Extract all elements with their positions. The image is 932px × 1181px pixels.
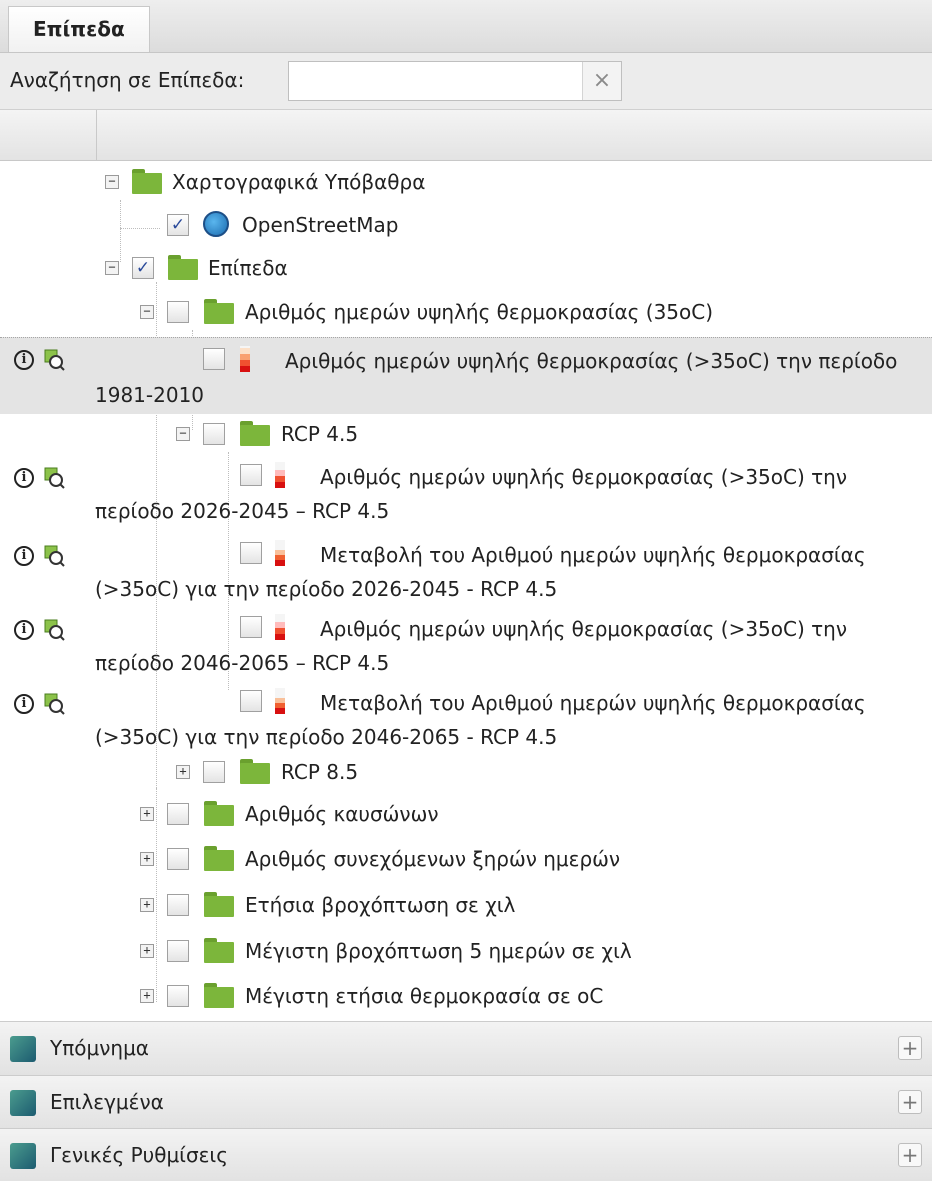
tree-node-change-2026-2045[interactable]: i Μεταβολή του Αριθμού ημερών υψηλής θερ… [0,534,932,606]
node-label: Αριθμός ημερών υψηλής θερμοκρασίας (>35o… [95,617,848,675]
tree-node-dry-days: + Αριθμός συνεχόμενων ξηρών ημερών [0,843,932,877]
node-label: Μεταβολή του Αριθμού ημερών υψηλής θερμο… [95,543,866,601]
tree-node-group-35: − Αριθμός ημερών υψηλής θερμοκρασίας (35… [0,296,932,330]
zoom-to-layer-icon[interactable] [42,692,66,716]
map-icon [10,1143,36,1169]
tree-node-change-2046-2065[interactable]: i Μεταβολή του Αριθμού ημερών υψηλής θερ… [0,682,932,754]
panel-settings[interactable]: Γενικές Ρυθμίσεις + [0,1128,932,1181]
layer-checkbox[interactable] [167,985,189,1007]
search-input[interactable] [289,62,595,100]
node-label[interactable]: Μέγιστη βροχόπτωση 5 ημερών σε χιλ [245,939,632,963]
expand-icon[interactable]: + [140,898,154,912]
tree-node-max-5day-rainfall: + Μέγιστη βροχόπτωση 5 ημερών σε χιλ [0,935,932,969]
info-icon[interactable]: i [14,350,34,370]
map-icon [10,1036,36,1062]
tree-node-heatwaves: + Αριθμός καυσώνων [0,798,932,832]
info-icon[interactable]: i [14,620,34,640]
layer-tree: − Χαρτογραφικά Υπόβαθρα ✓ OpenStreetMap … [0,160,932,1016]
layer-checkbox[interactable] [167,301,189,323]
tab-layers[interactable]: Επίπεδα [8,6,150,52]
expand-icon[interactable]: + [140,989,154,1003]
folder-icon [204,892,234,917]
layer-checkbox[interactable]: ✓ [167,214,189,236]
node-label: Μεταβολή του Αριθμού ημερών υψηλής θερμο… [95,691,866,749]
folder-icon [204,938,234,963]
node-label[interactable]: Χαρτογραφικά Υπόβαθρα [172,170,425,194]
collapse-icon[interactable]: − [176,427,190,441]
tree-node-layer-2026-2045[interactable]: i Αριθμός ημερών υψηλής θερμοκρασίας (>3… [0,456,932,528]
zoom-to-layer-icon[interactable] [42,466,66,490]
layer-checkbox[interactable] [167,803,189,825]
zoom-to-layer-icon[interactable] [42,348,66,372]
expand-panel-icon[interactable]: + [898,1036,922,1060]
expand-icon[interactable]: + [140,852,154,866]
node-label[interactable]: Ετήσια βροχόπτωση σε χιλ [245,893,515,917]
tree-node-rcp45: − RCP 4.5 [0,418,932,452]
collapse-icon[interactable]: − [105,261,119,275]
zoom-to-layer-icon[interactable] [42,544,66,568]
tab-bar: Επίπεδα [0,0,932,53]
collapse-icon[interactable]: − [105,175,119,189]
info-icon[interactable]: i [14,468,34,488]
expand-icon[interactable]: + [140,944,154,958]
expand-icon[interactable]: + [140,807,154,821]
globe-icon [203,211,229,237]
panel-label: Υπόμνημα [50,1036,149,1060]
search-label: Αναζήτηση σε Επίπεδα: [10,68,245,92]
layer-checkbox[interactable]: ✓ [132,257,154,279]
folder-icon [204,846,234,871]
layer-checkbox[interactable] [167,894,189,916]
tree-node-max-temperature: + Μέγιστη ετήσια θερμοκρασία σε oC [0,980,932,1014]
search-box: × [288,61,622,101]
info-icon[interactable]: i [14,546,34,566]
tree-node-layer-1981-2010[interactable]: i Αριθμός ημερών υψηλής θερμοκρασίας (>3… [0,337,932,414]
node-label[interactable]: Αριθμός καυσώνων [245,802,439,826]
panel-legend[interactable]: Υπόμνημα + [0,1021,932,1075]
node-label[interactable]: Επίπεδα [208,256,288,280]
tree-node-annual-rainfall: + Ετήσια βροχόπτωση σε χιλ [0,889,932,923]
node-label: Αριθμός ημερών υψηλής θερμοκρασίας (>35o… [95,465,848,523]
folder-icon [240,759,270,784]
expand-panel-icon[interactable]: + [898,1090,922,1114]
header-separator [96,110,97,160]
panel-label: Γενικές Ρυθμίσεις [50,1143,228,1167]
tree-node-layers: − ✓ Επίπεδα [0,252,932,286]
node-label[interactable]: OpenStreetMap [242,213,398,237]
tree-node-layer-2046-2065[interactable]: i Αριθμός ημερών υψηλής θερμοκρασίας (>3… [0,608,932,680]
panel-selected[interactable]: Επιλεγμένα + [0,1075,932,1129]
folder-icon [204,983,234,1008]
layer-checkbox[interactable] [167,848,189,870]
tree-node-osm: ✓ OpenStreetMap [0,209,932,243]
search-row: Αναζήτηση σε Επίπεδα: × [0,53,932,109]
node-label[interactable]: Αριθμός ημερών υψηλής θερμοκρασίας (35oC… [245,300,713,324]
expand-icon[interactable]: + [176,765,190,779]
expand-panel-icon[interactable]: + [898,1143,922,1167]
layer-checkbox[interactable] [203,761,225,783]
node-label[interactable]: Μέγιστη ετήσια θερμοκρασία σε oC [245,984,603,1008]
info-icon[interactable]: i [14,694,34,714]
map-icon [10,1090,36,1116]
panel-label: Επιλεγμένα [50,1090,164,1114]
clear-search-button[interactable]: × [582,62,621,100]
tree-header [0,109,932,161]
folder-icon [204,801,234,826]
folder-icon [240,421,270,446]
tree-node-basemaps: − Χαρτογραφικά Υπόβαθρα [0,166,932,200]
folder-icon [168,255,198,280]
node-label: Αριθμός ημερών υψηλής θερμοκρασίας (>35o… [95,349,898,407]
zoom-to-layer-icon[interactable] [42,618,66,642]
folder-icon [204,299,234,324]
node-label[interactable]: RCP 4.5 [281,422,358,446]
layer-checkbox[interactable] [203,423,225,445]
folder-icon [132,169,162,194]
node-label[interactable]: Αριθμός συνεχόμενων ξηρών ημερών [245,847,620,871]
node-label[interactable]: RCP 8.5 [281,760,358,784]
collapse-icon[interactable]: − [140,305,154,319]
tree-node-rcp85: + RCP 8.5 [0,756,932,790]
layer-checkbox[interactable] [167,940,189,962]
